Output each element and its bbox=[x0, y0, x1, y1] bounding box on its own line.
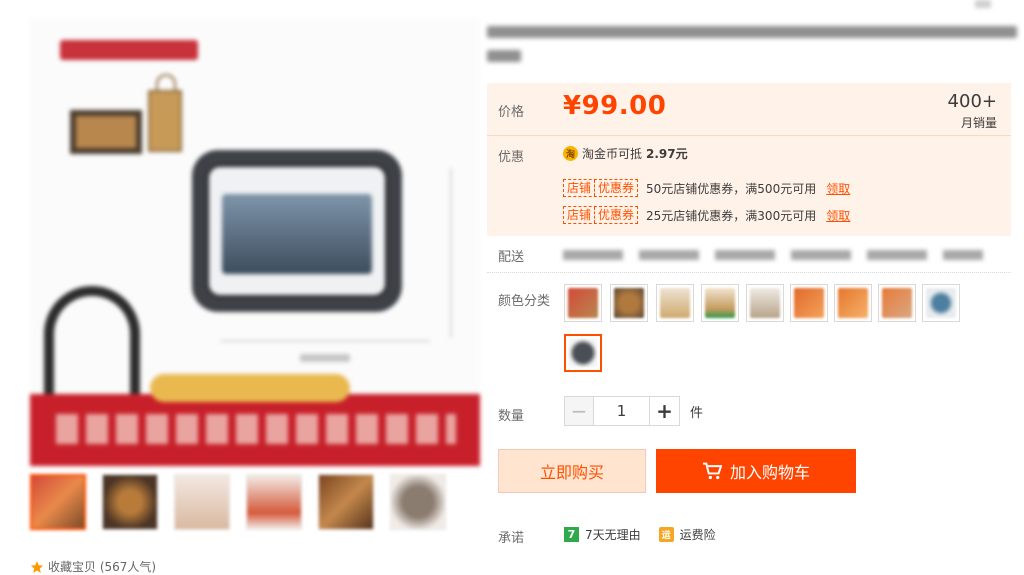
top-note bbox=[975, 0, 991, 8]
shipping-insurance[interactable]: 运 运费险 bbox=[658, 526, 716, 543]
color-option[interactable] bbox=[878, 284, 916, 322]
main-product-image[interactable] bbox=[30, 18, 480, 466]
headphones-graphic bbox=[44, 286, 140, 396]
add-to-cart-label: 加入购物车 bbox=[729, 463, 810, 482]
product-gallery: 收藏宝贝 (567人气) bbox=[10, 0, 488, 574]
shipping-divider bbox=[487, 272, 1011, 273]
quantity-stepper: − + 件 bbox=[564, 396, 703, 426]
shipping-insurance-text: 运费险 bbox=[679, 528, 716, 542]
color-option[interactable] bbox=[834, 284, 872, 322]
star-icon bbox=[30, 560, 44, 573]
color-option[interactable] bbox=[922, 284, 960, 322]
banner-text bbox=[56, 414, 456, 444]
dimension-label bbox=[300, 354, 350, 362]
quantity-decrease-button[interactable]: − bbox=[564, 396, 594, 426]
sales-count: 400+ bbox=[947, 91, 997, 112]
color-label: 颜色分类 bbox=[498, 294, 551, 309]
coupon-tag: 店铺 优惠券 bbox=[563, 179, 639, 197]
favorite-button[interactable]: 收藏宝贝 (567人气) bbox=[30, 558, 156, 575]
dimension-line-horizontal bbox=[220, 340, 430, 342]
gift-bag-image bbox=[148, 90, 182, 152]
coupon-row: 店铺 优惠券 25元店铺优惠券，满300元可用 领取 bbox=[563, 206, 850, 224]
color-option[interactable] bbox=[564, 284, 602, 322]
quantity-unit: 件 bbox=[690, 405, 704, 421]
terracotta-scene bbox=[222, 194, 372, 274]
claim-coupon-link[interactable]: 领取 bbox=[826, 207, 850, 224]
quantity-input[interactable] bbox=[594, 396, 650, 426]
color-option[interactable] bbox=[610, 284, 648, 322]
color-option[interactable] bbox=[790, 284, 828, 322]
price-divider bbox=[487, 135, 1011, 136]
promise-label: 承诺 bbox=[498, 531, 525, 546]
product-title bbox=[487, 24, 1017, 68]
size-badge bbox=[150, 374, 350, 402]
monthly-sales: 400+ 月销量 bbox=[948, 91, 997, 131]
quantity-label: 数量 bbox=[498, 409, 525, 424]
color-option-selected[interactable] bbox=[564, 334, 602, 372]
taojinbi-coin-icon: 淘 bbox=[563, 146, 578, 161]
seven-day-return-icon: 7 bbox=[564, 527, 579, 542]
thumbnail[interactable] bbox=[318, 474, 374, 530]
service-promises: 7 7天无理由 运 运费险 bbox=[564, 526, 716, 543]
price-panel: 价格 ¥99.00 400+ 月销量 优惠 淘 淘金币可抵 2.97元 店铺 优惠券… bbox=[487, 83, 1011, 236]
seven-day-return[interactable]: 7 7天无理由 bbox=[564, 526, 641, 543]
favorite-text: 收藏宝贝 (567人气) bbox=[48, 560, 157, 574]
buy-now-button[interactable]: 立即购买 bbox=[498, 449, 646, 493]
promo-ribbon bbox=[60, 40, 198, 60]
shipping-label: 配送 bbox=[498, 250, 525, 265]
color-option[interactable] bbox=[701, 284, 739, 322]
quantity-increase-button[interactable]: + bbox=[650, 396, 680, 426]
price-value: ¥99.00 bbox=[563, 91, 667, 121]
buy-now-label: 立即购买 bbox=[539, 463, 604, 482]
seven-day-return-text: 7天无理由 bbox=[585, 528, 641, 542]
thumbnail[interactable] bbox=[390, 474, 446, 530]
coupon-description: 25元店铺优惠券，满300元可用 bbox=[646, 208, 817, 223]
claim-coupon-link[interactable]: 领取 bbox=[826, 180, 850, 197]
thumbnail-strip bbox=[30, 474, 446, 530]
coupon-tag: 店铺 优惠券 bbox=[563, 206, 639, 224]
coupon-row: 店铺 优惠券 50元店铺优惠券，满500元可用 领取 bbox=[563, 179, 850, 197]
add-to-cart-button[interactable]: 加入购物车 bbox=[656, 449, 856, 493]
shipping-insurance-icon: 运 bbox=[658, 527, 674, 542]
price-label: 价格 bbox=[498, 105, 525, 120]
shopping-cart-icon bbox=[702, 462, 722, 480]
sales-label: 月销量 bbox=[960, 116, 997, 130]
coupon-description: 50元店铺优惠券，满500元可用 bbox=[646, 181, 817, 196]
shipping-row: 配送 bbox=[487, 246, 1011, 273]
promo-label: 优惠 bbox=[498, 150, 525, 165]
dimension-line-vertical bbox=[450, 168, 452, 338]
coin-amount: 2.97元 bbox=[646, 147, 688, 161]
color-option[interactable] bbox=[746, 284, 784, 322]
thumbnail[interactable] bbox=[174, 474, 230, 530]
shipping-details[interactable] bbox=[563, 250, 983, 260]
color-option[interactable] bbox=[656, 284, 694, 322]
product-box-image bbox=[70, 110, 142, 154]
thumbnail[interactable] bbox=[102, 474, 158, 530]
thumbnail[interactable] bbox=[246, 474, 302, 530]
coin-text: 淘金币可抵 bbox=[582, 147, 643, 161]
thumbnail[interactable] bbox=[30, 474, 86, 530]
taojinbi-row: 淘 淘金币可抵 2.97元 bbox=[563, 145, 688, 162]
